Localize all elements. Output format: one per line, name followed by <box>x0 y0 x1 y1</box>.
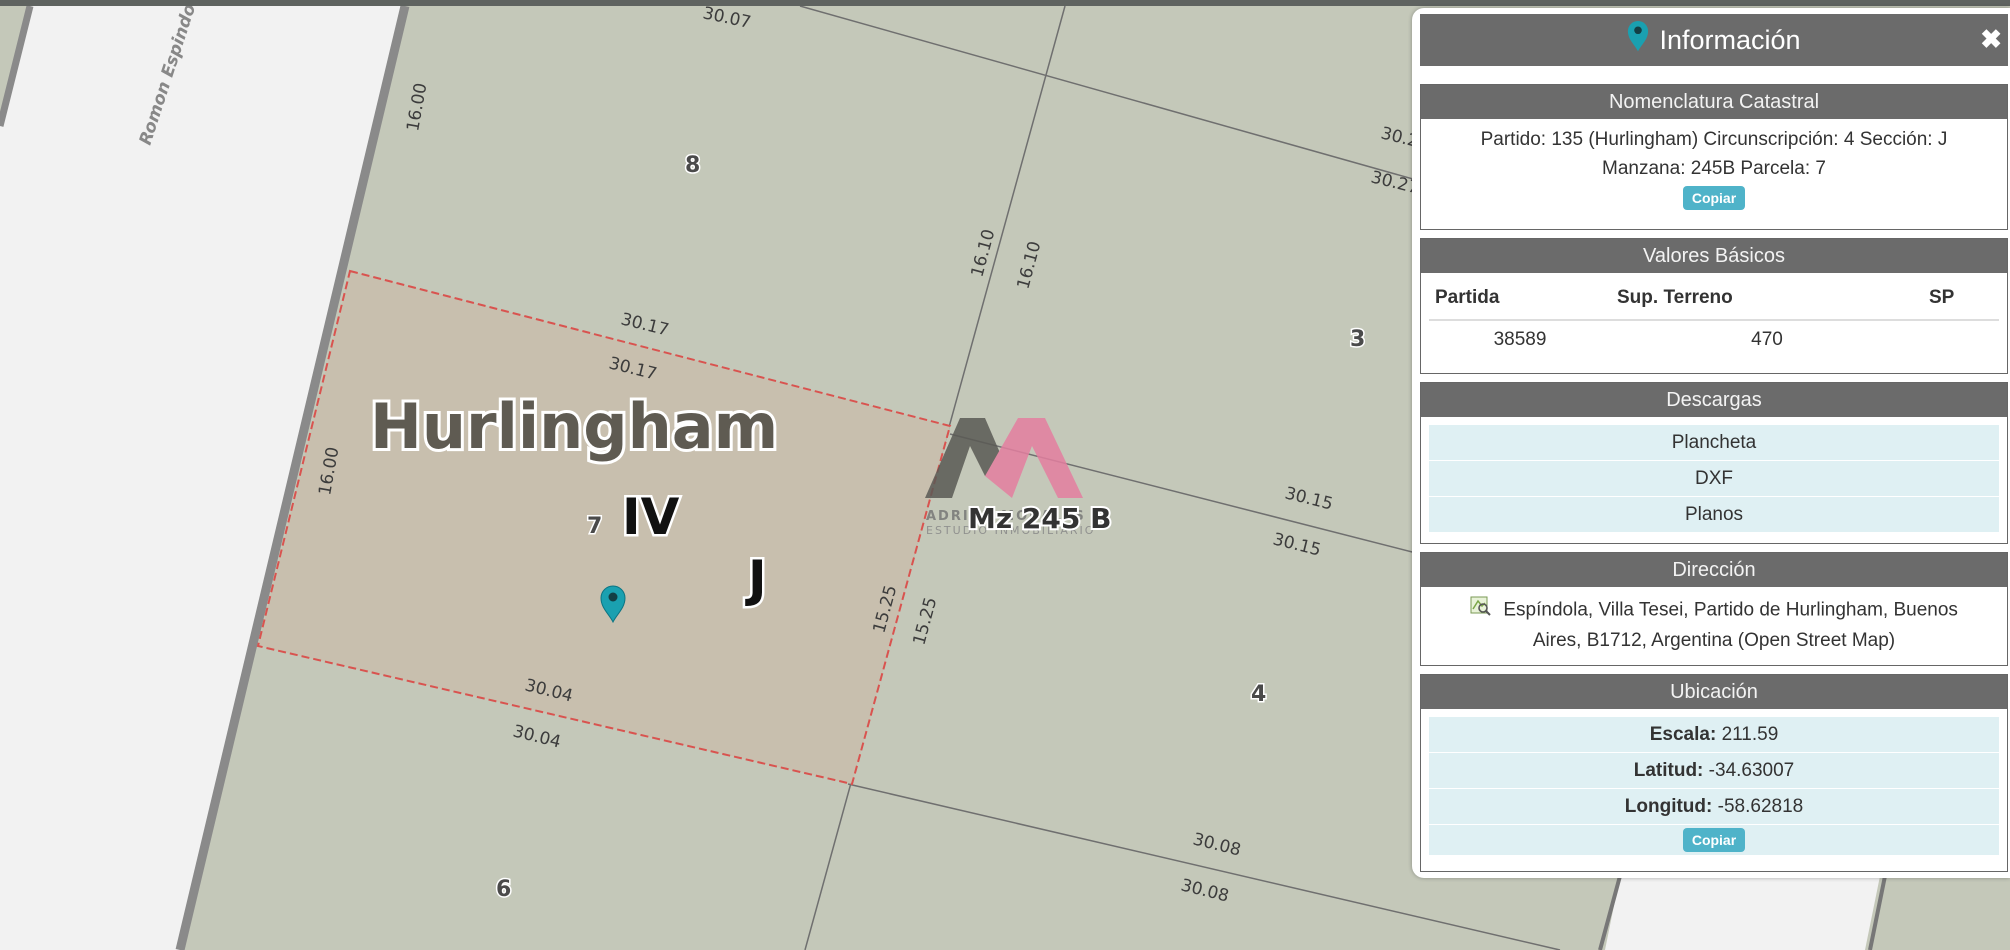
ubicacion-longitud-row: Longitud: -58.62818 <box>1429 789 1999 825</box>
download-dxf[interactable]: DXF <box>1429 461 1999 497</box>
col-header-sup-terreno: Sup. Terreno <box>1611 283 1923 321</box>
col-header-sp: SP <box>1923 283 1999 321</box>
escala-label: Escala: <box>1649 724 1717 745</box>
section-title: Descargas <box>1421 383 2007 417</box>
panel-title: Información <box>1659 24 1801 55</box>
lot-number-3: 3 <box>1350 327 1365 352</box>
close-icon[interactable]: ✖ <box>1980 24 2002 55</box>
section-title: Ubicación <box>1421 675 2007 709</box>
lot-number-4: 4 <box>1251 682 1266 707</box>
section-direccion: Dirección Espíndola, Villa Tesei, Partid… <box>1420 552 2008 666</box>
copy-nomenclatura-button[interactable]: Copiar <box>1682 186 1746 210</box>
ubicacion-copy-row: Copiar <box>1429 825 1999 856</box>
latitud-label: Latitud: <box>1633 760 1704 781</box>
section-title: Nomenclatura Catastral <box>1421 85 2007 119</box>
download-planos[interactable]: Planos <box>1429 497 1999 533</box>
cell-sup-terreno: 470 <box>1751 329 1783 350</box>
nomenclatura-line1: Partido: 135 (Hurlingham) Circunscripció… <box>1480 129 1948 150</box>
section-title: Valores Básicos <box>1421 239 2007 273</box>
lot-number-8: 8 <box>685 153 700 178</box>
latitud-value: -34.63007 <box>1708 760 1795 781</box>
table-row: 38589 470 <box>1429 320 1999 359</box>
section-descargas: Descargas Plancheta DXF Planos <box>1420 382 2008 544</box>
street-band-right <box>1605 876 1880 950</box>
ubicacion-escala-row: Escala: 211.59 <box>1429 717 1999 753</box>
ubicacion-latitud-row: Latitud: -34.63007 <box>1429 753 1999 789</box>
escala-value: 211.59 <box>1721 724 1779 745</box>
manzana-label: Mz 245 B <box>968 502 1111 535</box>
section-valores-basicos: Valores Básicos Partida Sup. Terreno SP … <box>1420 238 2008 374</box>
col-header-partida: Partida <box>1429 283 1611 321</box>
map-search-icon[interactable] <box>1470 595 1492 626</box>
seccion-label: J <box>745 550 767 608</box>
info-panel: Información ✖ Nomenclatura Catastral Par… <box>1412 8 2010 878</box>
copy-ubicacion-button[interactable]: Copiar <box>1682 828 1746 852</box>
map-marker-icon <box>1627 20 1649 60</box>
panel-header: Información ✖ <box>1420 14 2008 66</box>
section-title: Dirección <box>1421 553 2007 587</box>
longitud-value: -58.62818 <box>1717 796 1804 817</box>
nomenclatura-body: Partido: 135 (Hurlingham) Circunscripció… <box>1421 119 2007 212</box>
download-plancheta[interactable]: Plancheta <box>1429 425 1999 461</box>
direccion-line1: Espíndola, Villa Tesei, Partido de Hurli… <box>1503 599 1958 621</box>
direccion-line2: Aires, B1712, Argentina (Open Street Map… <box>1532 630 1896 651</box>
cell-partida: 38589 <box>1493 329 1547 350</box>
section-nomenclatura: Nomenclatura Catastral Partido: 135 (Hur… <box>1420 84 2008 230</box>
lot-number-6: 6 <box>496 877 511 902</box>
valores-table: Partida Sup. Terreno SP 38589 470 <box>1429 283 1999 359</box>
direccion-body: Espíndola, Villa Tesei, Partido de Hurli… <box>1421 587 2007 655</box>
section-ubicacion: Ubicación Escala: 211.59 Latitud: -34.63… <box>1420 674 2008 872</box>
municipality-label: Hurlingham <box>370 390 778 463</box>
longitud-label: Longitud: <box>1624 796 1713 817</box>
nomenclatura-line2: Manzana: 245B Parcela: 7 <box>1602 158 1826 179</box>
circunscripcion-label: IV <box>622 488 680 546</box>
cell-sp <box>1923 320 1999 359</box>
lot-number-7: 7 <box>587 514 602 539</box>
